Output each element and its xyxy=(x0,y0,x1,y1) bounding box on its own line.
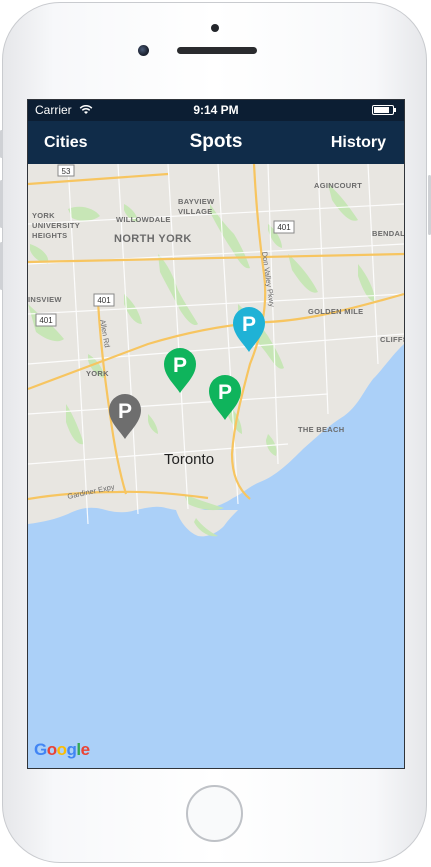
map-label-golden-mile: GOLDEN MILE xyxy=(308,307,363,316)
google-letter-g: g xyxy=(66,740,77,759)
map-label-north-york: NORTH YORK xyxy=(114,233,192,245)
google-letter-e: e xyxy=(80,740,90,759)
svg-text:401: 401 xyxy=(39,316,53,325)
map-label-willowdale: WILLOWDALE xyxy=(116,215,171,224)
history-button[interactable]: History xyxy=(331,134,386,152)
map-city-label: Toronto xyxy=(164,451,214,468)
google-letter-o1: o xyxy=(46,740,57,759)
google-letter-G: G xyxy=(34,740,47,759)
app-screen: Carrier 9:14 PM Cities Spots History AGI… xyxy=(27,99,405,769)
parking-pin-green-1[interactable]: P xyxy=(162,346,198,394)
map-canvas: AGINCOURT BAYVIEW VILLAGE WILLOWDALE YOR… xyxy=(28,164,404,768)
map-label-insview: INSVIEW xyxy=(28,295,62,304)
parking-pin-green-2[interactable]: P xyxy=(207,373,243,421)
map-label-york-university-1: YORK xyxy=(32,211,55,220)
svg-text:401: 401 xyxy=(277,223,291,232)
map-label-agincourt: AGINCOURT xyxy=(314,181,362,190)
highway-shield-401-d: 401 xyxy=(380,432,400,444)
map-label-bayview-village-1: BAYVIEW xyxy=(178,197,215,206)
status-time: 9:14 PM xyxy=(193,103,239,117)
home-button[interactable] xyxy=(186,785,243,842)
highway-shield-401-b: 401 xyxy=(93,293,115,307)
map-label-york-university-3: HEIGHTS xyxy=(32,231,67,240)
parking-pin-gray[interactable]: P xyxy=(107,392,143,440)
pin-label: P xyxy=(218,381,232,404)
volume-down-button xyxy=(0,242,3,290)
status-bar: Carrier 9:14 PM xyxy=(28,100,404,121)
proximity-sensor xyxy=(211,24,219,32)
map-label-the-beach: THE BEACH xyxy=(298,425,344,434)
parking-pin-cyan[interactable]: P xyxy=(231,305,267,353)
highway-shield-53: 53 xyxy=(57,164,75,177)
map-view[interactable]: AGINCOURT BAYVIEW VILLAGE WILLOWDALE YOR… xyxy=(28,164,404,768)
highway-shield-401-a: 401 xyxy=(273,220,295,234)
svg-text:53: 53 xyxy=(62,167,71,176)
map-label-bayview-village-2: VILLAGE xyxy=(178,207,213,216)
map-label-york-university-2: UNIVERSITY xyxy=(32,221,80,230)
earpiece-speaker xyxy=(177,47,257,54)
navigation-bar: Cities Spots History xyxy=(28,121,404,164)
front-camera xyxy=(138,45,149,56)
map-label-york: YORK xyxy=(86,369,109,378)
battery-icon xyxy=(372,105,396,115)
map-label-cliffs: CLIFFS xyxy=(380,335,404,344)
highway-shield-401-c: 401 xyxy=(35,313,57,327)
mute-switch xyxy=(0,130,3,158)
pin-label: P xyxy=(118,400,132,423)
pin-label: P xyxy=(173,354,187,377)
google-attribution: Google xyxy=(34,740,90,760)
svg-text:401: 401 xyxy=(97,296,111,305)
map-label-bendale: BENDALE xyxy=(372,229,404,238)
battery-fill xyxy=(374,107,389,113)
volume-up-button xyxy=(0,180,3,228)
pin-label: P xyxy=(242,313,256,336)
google-letter-o2: o xyxy=(56,740,67,759)
